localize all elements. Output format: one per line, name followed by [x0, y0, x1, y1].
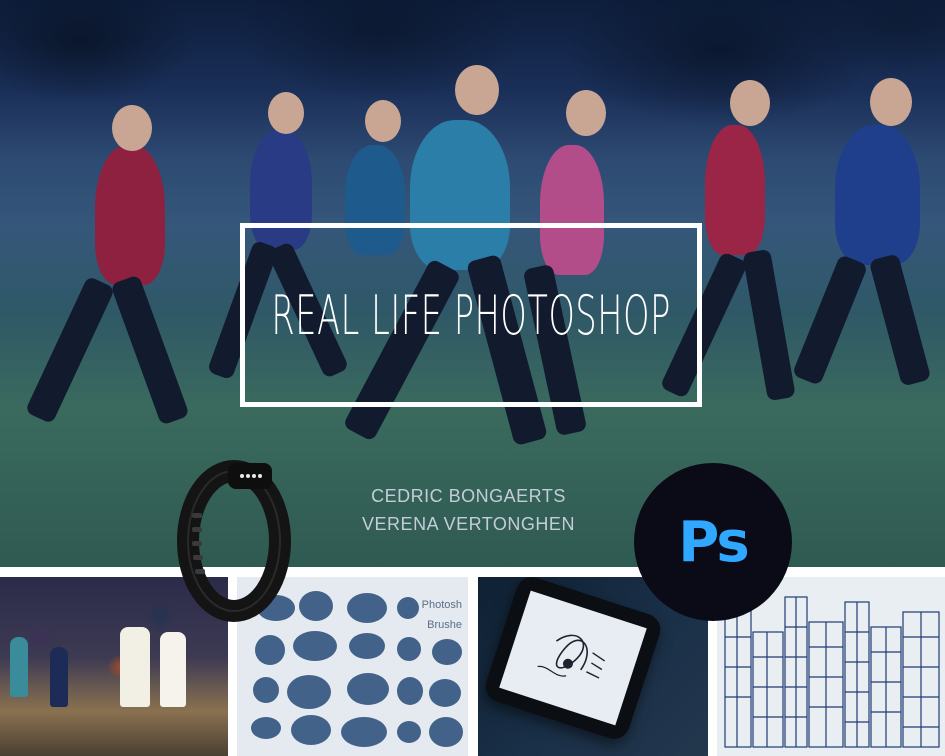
- author-name: CEDRIC BONGAERTS: [371, 486, 566, 506]
- brushes-label-line: Photosh: [421, 599, 462, 611]
- brushes-label: Photosh Brushe: [422, 595, 462, 635]
- page-title: REAL LIFE PHOTOSHOP: [271, 283, 671, 347]
- author-name: VERENA VERTONGHEN: [362, 514, 575, 534]
- tablet-screen: [499, 590, 647, 726]
- photoshop-logo-text: Ps: [678, 509, 749, 575]
- title-frame: REAL LIFE PHOTOSHOP: [240, 223, 702, 407]
- tablet: [481, 577, 665, 743]
- fitness-tracker-icon: [177, 460, 291, 622]
- hero-photo: REAL LIFE PHOTOSHOP CEDRIC BONGAERTS VER…: [0, 0, 945, 567]
- sketch-icon: [537, 634, 606, 679]
- photo-strip: Photosh Brushe: [0, 567, 945, 756]
- brushes-label-line: Brushe: [427, 619, 462, 631]
- photoshop-logo-icon: Ps: [634, 463, 792, 621]
